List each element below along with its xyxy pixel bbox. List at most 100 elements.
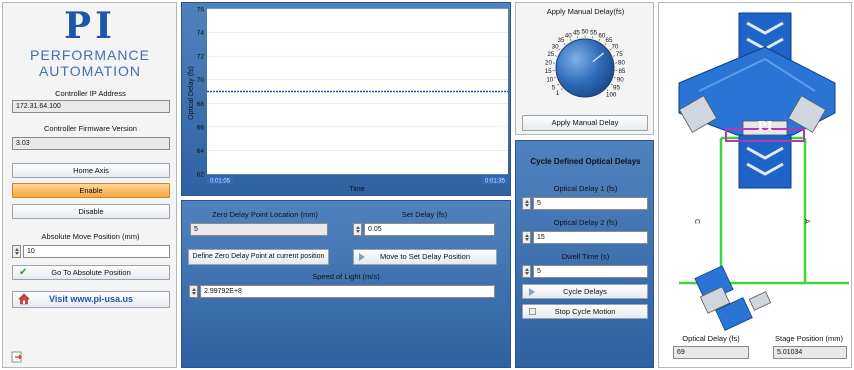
fw-label: Controller Firmware Version — [44, 124, 137, 133]
export-icon[interactable] — [11, 351, 23, 363]
dial-tick-label: 1 — [556, 90, 560, 97]
goto-absolute-button[interactable]: ✔ Go To Absolute Position — [12, 265, 170, 280]
delay2-label: Optical Delay 2 (fs) — [553, 218, 618, 227]
cycle-delays-label: Cycle Delays — [563, 287, 607, 296]
speed-of-light-spinner[interactable] — [189, 285, 198, 298]
abs-label: Absolute Move Position (mm) — [41, 232, 140, 241]
logo: PI PERFORMANCE AUTOMATION — [15, 5, 165, 81]
set-delay-spinner[interactable] — [353, 223, 362, 236]
y-tick-label: 76 — [197, 7, 205, 14]
delay1-field[interactable]: 5 — [533, 197, 648, 210]
home-axis-button[interactable]: Home Axis — [12, 163, 170, 178]
disable-button[interactable]: Disable — [12, 204, 170, 219]
x-tick-label: 0:01:05 — [210, 179, 231, 185]
beam-label-c: C — [693, 219, 700, 224]
dial-tick-mark — [554, 55, 557, 57]
dwell-spinner[interactable] — [522, 265, 531, 278]
logo-line1: PERFORMANCE — [30, 47, 150, 63]
checkmark-icon: ✔ — [19, 267, 28, 278]
speed-of-light-field[interactable]: 2.99792E+8 — [200, 285, 495, 298]
dial-tick-mark — [558, 48, 561, 51]
beam-label-a: A — [803, 219, 810, 224]
home-icon — [18, 293, 30, 305]
delay-settings-panel: Zero Delay Point Location (mm) 5 Set Del… — [181, 200, 511, 368]
dial-tick-label: 5 — [552, 85, 556, 92]
dial-tick-label: 40 — [565, 32, 572, 39]
dial-tick-label: 25 — [547, 51, 554, 58]
fw-field[interactable]: 3.03 — [12, 137, 170, 150]
delay2-spinner[interactable] — [522, 231, 531, 244]
y-tick-label: 70 — [197, 77, 205, 84]
delay1-spinner[interactable] — [522, 197, 531, 210]
abs-field[interactable]: 10 — [23, 245, 170, 258]
delay1-label: Optical Delay 1 (fs) — [553, 184, 618, 193]
dwell-field[interactable]: 5 — [533, 265, 648, 278]
manual-delay-panel: Apply Manual Delay(fs) 1 5 10 15 20 25 30 35 40 4… — [515, 2, 654, 135]
ip-field[interactable]: 172.31.64.100 — [12, 100, 170, 113]
dial-tick-label: 10 — [546, 77, 553, 84]
y-tick-label: 62 — [197, 172, 205, 179]
y-tick-label: 66 — [197, 124, 205, 131]
dial-tick-mark — [577, 36, 579, 39]
delay2-field[interactable]: 15 — [533, 231, 648, 244]
dial-tick-label: 15 — [545, 68, 552, 75]
play-icon — [529, 288, 535, 296]
ip-label: Controller IP Address — [55, 89, 126, 98]
stop-cycle-button[interactable]: Stop Cycle Motion — [522, 304, 648, 319]
zero-delay-label: Zero Delay Point Location (mm) — [212, 210, 318, 219]
dial-tick-label: 75 — [616, 51, 623, 58]
chart-panel: 62 64 66 68 70 72 74 76 0:01:05 0:01:35 Optical … — [181, 2, 511, 196]
dial-tick-label: 20 — [545, 60, 552, 67]
move-set-delay-label: Move to Set Delay Position — [379, 252, 471, 261]
dial-tick-mark — [591, 36, 593, 39]
diagram-logo: PI — [758, 119, 773, 133]
od-readout-label: Optical Delay (fs) — [682, 334, 740, 343]
set-delay-field[interactable]: 0.05 — [364, 223, 495, 236]
dial-tick-label: 55 — [590, 29, 597, 36]
dial-tick-label: 45 — [573, 29, 580, 36]
lower-mirror-mounts — [694, 265, 772, 331]
y-tick-label: 74 — [197, 30, 205, 37]
stage-diagram-panel: C A PI Optical Delay (fs) 69 Stage Posit… — [658, 2, 852, 368]
apply-manual-delay-button[interactable]: Apply Manual Delay — [522, 115, 648, 131]
stop-cycle-label: Stop Cycle Motion — [554, 307, 616, 316]
dial-tick-mark — [613, 55, 616, 57]
y-tick-label: 72 — [197, 54, 205, 61]
cycle-title: Cycle Defined Optical Delays — [530, 157, 641, 166]
dial-tick-mark — [560, 88, 563, 91]
y-tick-label: 64 — [197, 148, 205, 155]
dial-tick-mark — [557, 83, 560, 86]
left-panel: PI PERFORMANCE AUTOMATION Controller IP … — [2, 2, 177, 368]
od-readout-field: 69 — [673, 346, 749, 359]
move-set-delay-button[interactable]: Move to Set Delay Position — [353, 249, 497, 265]
dial-tick-label: 85 — [618, 68, 625, 75]
enable-button[interactable]: Enable — [12, 183, 170, 198]
dwell-label: Dwell Time (s) — [561, 252, 610, 261]
abs-spinner[interactable] — [12, 245, 21, 258]
y-tick-label: 68 — [197, 101, 205, 108]
stop-icon — [529, 308, 536, 315]
dial-tick-mark — [613, 77, 616, 79]
zero-delay-field[interactable]: 5 — [190, 223, 328, 236]
sp-readout-field: 5.01034 — [773, 346, 847, 359]
define-zero-button[interactable]: Define Zero Delay Point at current posit… — [188, 249, 329, 265]
goto-absolute-label: Go To Absolute Position — [51, 268, 131, 277]
sp-readout-label: Stage Position (mm) — [775, 334, 843, 343]
visit-website-label: Visit www.pi-usa.us — [48, 294, 134, 304]
dial-tick-label: 100 — [606, 92, 617, 99]
x-tick-label: 0:01:35 — [485, 179, 506, 185]
dial-tick-label: 70 — [611, 44, 618, 51]
mirror-carriage: PI — [678, 46, 836, 142]
logo-mark: PI — [64, 5, 116, 47]
y-axis-label: Optical Delay (fs) — [188, 66, 195, 120]
logo-line2: AUTOMATION — [38, 63, 142, 79]
visit-website-button[interactable]: Visit www.pi-usa.us — [12, 291, 170, 308]
cycle-delays-button[interactable]: Cycle Delays — [522, 284, 648, 299]
manual-delay-dial[interactable]: 1510152025303540 45 50 55 606570758085909510… — [516, 15, 655, 115]
stage-diagram: C A PI — [678, 12, 849, 331]
dial-tick-label: 90 — [617, 77, 624, 84]
dial-knob[interactable] — [555, 38, 615, 98]
x-axis-label: Time — [349, 186, 364, 193]
set-delay-label: Set Delay (fs) — [401, 210, 448, 219]
dial-tick-mark — [554, 77, 557, 79]
